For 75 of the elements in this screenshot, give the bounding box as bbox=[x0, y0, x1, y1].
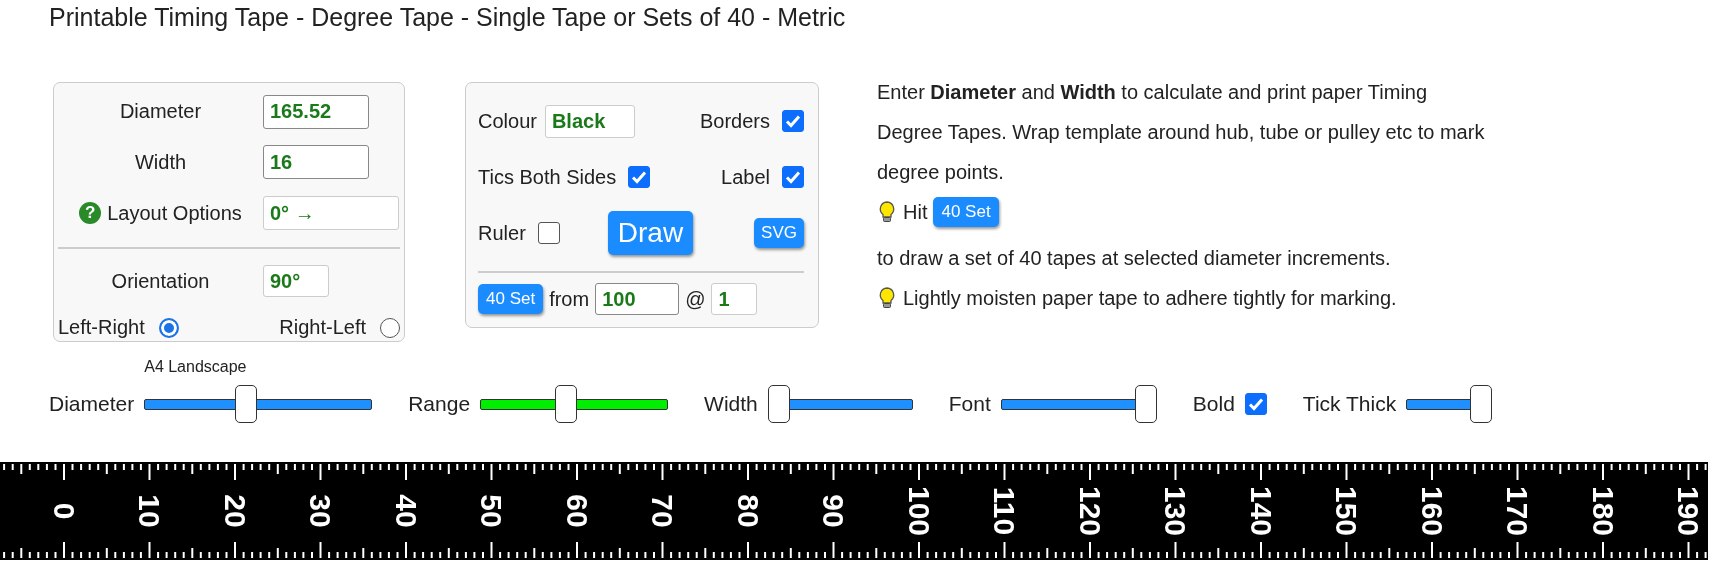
radio-button[interactable] bbox=[158, 317, 179, 338]
input-field[interactable]: 1 bbox=[711, 283, 758, 315]
field-label: Diameter bbox=[119, 100, 202, 124]
slider-thumb[interactable] bbox=[554, 385, 577, 423]
field-label: Orientation bbox=[111, 270, 210, 293]
control-label: Width bbox=[704, 392, 758, 416]
help-icon[interactable]: ? bbox=[79, 202, 102, 225]
field-label: from bbox=[549, 287, 590, 311]
slider[interactable] bbox=[767, 385, 913, 423]
page-title: Printable Timing Tape - Degree Tape - Single Tape or Sets of 40 - Metric bbox=[49, 3, 846, 32]
degree-label: 80 bbox=[731, 494, 765, 528]
degree-label: 170 bbox=[1501, 485, 1534, 537]
checkbox[interactable] bbox=[537, 222, 560, 244]
radio-button[interactable] bbox=[380, 317, 400, 338]
checkbox-label: Borders bbox=[699, 109, 770, 133]
degree-label: 20 bbox=[218, 494, 252, 528]
degree-label: 150 bbox=[1330, 485, 1363, 537]
input-field[interactable]: 0° → bbox=[263, 196, 399, 231]
degree-label: 0 bbox=[47, 502, 81, 520]
field-label: Colour bbox=[478, 109, 537, 133]
control-label: Tick Thick bbox=[1302, 392, 1397, 416]
degree-label: 130 bbox=[1159, 485, 1192, 537]
set-button[interactable]: 40 Set bbox=[933, 197, 999, 227]
radio-label: Right-Left bbox=[279, 316, 366, 340]
set-button[interactable]: 40 Set bbox=[478, 284, 544, 314]
checkbox[interactable] bbox=[782, 110, 804, 132]
degree-label: 50 bbox=[475, 494, 508, 528]
checkbox-label: Tics Both Sides bbox=[478, 165, 617, 189]
degree-label: 100 bbox=[902, 485, 936, 537]
input-field[interactable]: 100 bbox=[595, 283, 680, 315]
control-label: Range bbox=[408, 392, 471, 416]
tip-text: Hit bbox=[903, 200, 928, 225]
degree-label: 70 bbox=[646, 494, 679, 528]
input-field[interactable]: Black bbox=[544, 104, 635, 138]
input-field[interactable]: 90° bbox=[263, 265, 329, 298]
slider-thumb[interactable] bbox=[234, 385, 257, 423]
slider[interactable] bbox=[1406, 385, 1493, 423]
checkbox-label: Label bbox=[721, 165, 770, 189]
lightbulb-icon bbox=[877, 200, 897, 224]
radio-label: Left-Right bbox=[58, 316, 145, 340]
degree-label: 120 bbox=[1073, 485, 1107, 537]
lightbulb-icon bbox=[877, 286, 897, 310]
control-label: Bold bbox=[1192, 392, 1235, 416]
slider-thumb[interactable] bbox=[767, 385, 790, 423]
checkbox[interactable] bbox=[1244, 393, 1267, 415]
input-field[interactable]: 16 bbox=[263, 145, 369, 180]
degree-label: 110 bbox=[988, 486, 1021, 536]
degree-label: 90 bbox=[817, 494, 850, 528]
degree-label: 180 bbox=[1586, 485, 1620, 537]
control-label: Diameter bbox=[49, 392, 135, 416]
field-label: Layout Options bbox=[107, 201, 242, 225]
page-size-label: A4 Landscape bbox=[144, 358, 247, 376]
checkbox[interactable] bbox=[782, 166, 804, 188]
checkbox[interactable] bbox=[628, 166, 651, 188]
draw-button[interactable]: Draw bbox=[607, 211, 694, 255]
slider[interactable] bbox=[1000, 385, 1157, 423]
tip-text: to draw a set of 40 tapes at selected diameter increments. bbox=[877, 246, 1391, 271]
field-label: Width bbox=[134, 151, 187, 174]
degree-label: 10 bbox=[133, 494, 166, 528]
control-label: Font bbox=[948, 392, 991, 416]
field-label: @ bbox=[685, 287, 706, 311]
degree-label: 30 bbox=[304, 494, 337, 528]
input-field[interactable]: 165.52 bbox=[263, 94, 369, 129]
svg-button[interactable]: SVG bbox=[754, 218, 804, 248]
instructions-text: Enter Diameter and Width to calculate and print paper Timing Degree Tapes. Wrap template around hub, tube or pulley etc to mark degree points. bbox=[877, 80, 1486, 185]
degree-label: 160 bbox=[1415, 485, 1449, 537]
degree-label: 60 bbox=[560, 494, 594, 528]
degree-label: 190 bbox=[1672, 485, 1705, 537]
slider-thumb[interactable] bbox=[1470, 385, 1493, 423]
degree-label: 40 bbox=[389, 494, 423, 528]
slider[interactable] bbox=[480, 385, 669, 423]
tip-text: Lightly moisten paper tape to adhere tightly for marking. bbox=[903, 286, 1397, 311]
checkbox-label: Ruler bbox=[478, 221, 526, 245]
degree-label: 140 bbox=[1244, 485, 1278, 537]
slider-thumb[interactable] bbox=[1134, 385, 1157, 423]
